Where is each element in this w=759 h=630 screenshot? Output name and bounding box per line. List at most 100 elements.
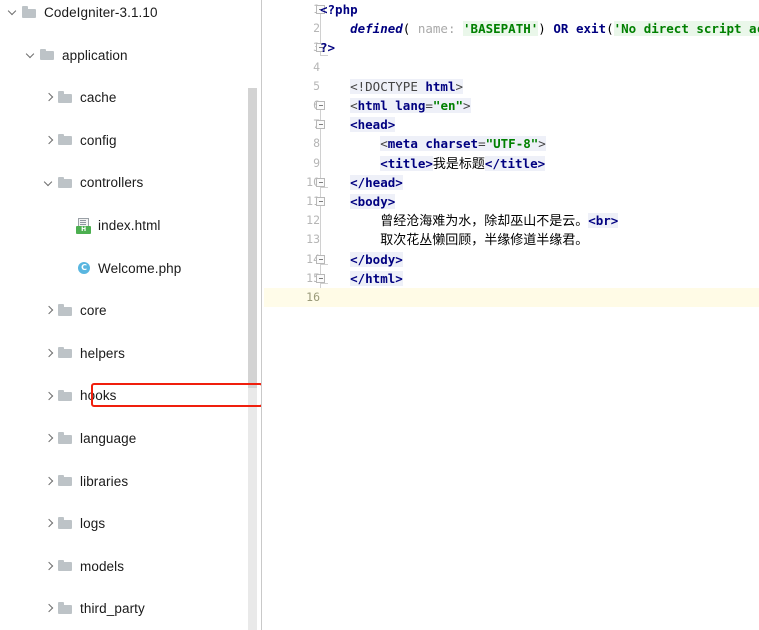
tree-item[interactable]: config	[0, 130, 261, 151]
tree-item[interactable]: language	[0, 428, 261, 449]
folder-icon	[57, 557, 75, 575]
tree-item[interactable]: libraries	[0, 471, 261, 492]
tree-item-label: libraries	[80, 473, 129, 489]
token-tag-head-close: </head>	[350, 174, 403, 190]
tree-item[interactable]: C Welcome.php	[0, 258, 261, 279]
token-tag-title-open: <title>	[380, 155, 433, 171]
tree-item-label: language	[80, 430, 137, 446]
token-string-basepath: 'BASEPATH'	[463, 21, 539, 37]
token-body-text-line2: 取次花丛懒回顾，半缘修道半缘君。	[380, 233, 589, 249]
token-eq: =	[478, 136, 486, 152]
tree-item[interactable]: hooks	[0, 385, 261, 406]
project-tree-panel[interactable]: CodeIgniter-3.1.10 application cache config…	[0, 0, 262, 630]
token-tag-html: html	[357, 98, 388, 113]
folder-icon	[57, 515, 75, 533]
code-line-current[interactable]	[320, 288, 759, 308]
token-paren-close: )	[538, 21, 546, 37]
token-doctype-name: html	[425, 78, 456, 94]
folder-icon	[57, 600, 75, 618]
tree-arrow-spacer	[60, 215, 75, 236]
code-line[interactable]: </head>	[320, 173, 759, 192]
tree-item-label: third_party	[80, 601, 145, 617]
token-eq: =	[425, 98, 433, 113]
tree-item[interactable]: logs	[0, 513, 261, 534]
code-line[interactable]: <title>我是标题</title>	[320, 154, 759, 173]
tree-item-label: logs	[80, 516, 106, 532]
token-tag-body-open: <body>	[350, 194, 396, 209]
code-line[interactable]: </body>	[320, 250, 759, 269]
tree-item-label: cache	[80, 90, 117, 106]
code-line[interactable]: <!DOCTYPE html>	[320, 77, 759, 96]
chevron-right-icon[interactable]	[42, 556, 57, 577]
chevron-right-icon[interactable]	[42, 471, 57, 492]
folder-icon	[57, 430, 75, 448]
php-class-icon: C	[75, 259, 93, 277]
folder-icon	[57, 344, 75, 362]
tree-item[interactable]: cache	[0, 87, 261, 108]
token-gt: >	[463, 98, 471, 113]
token-param-hint: name:	[417, 21, 456, 37]
code-line[interactable]: <body>	[320, 192, 759, 211]
code-line[interactable]: </html>	[320, 269, 759, 288]
tree-item-label: Welcome.php	[98, 260, 182, 276]
chevron-right-icon[interactable]	[42, 386, 57, 407]
tree-item[interactable]: helpers	[0, 343, 261, 364]
code-line[interactable]: <meta charset="UTF-8">	[320, 134, 759, 153]
token-lt: <	[350, 98, 358, 113]
code-line[interactable]: 曾经沧海难为水，除却巫山不是云。<br>	[320, 211, 759, 230]
tree-item[interactable]: application	[0, 45, 261, 66]
html-file-icon: H	[75, 217, 93, 235]
token-attr-value-en: "en"	[432, 98, 464, 113]
code-line[interactable]: <?php	[320, 0, 759, 19]
folder-icon	[39, 46, 57, 64]
tree-item-label: CodeIgniter-3.1.10	[44, 5, 158, 20]
tree-item-label: core	[80, 303, 107, 319]
tree-arrow-spacer	[60, 258, 75, 279]
chevron-right-icon[interactable]	[42, 598, 57, 619]
tree-item[interactable]: CodeIgniter-3.1.10	[0, 2, 261, 23]
code-line[interactable]: <html lang="en">	[320, 96, 759, 115]
tree-item[interactable]: models	[0, 556, 261, 577]
sidebar-scrollbar-thumb[interactable]	[248, 88, 257, 388]
tree-item-label: hooks	[80, 388, 117, 404]
token-tag-html-close: </html>	[350, 270, 403, 286]
tree-item-label: index.html	[98, 217, 161, 233]
chevron-right-icon[interactable]	[42, 513, 57, 534]
code-content[interactable]: <?php defined( name: 'BASEPATH') OR exit…	[320, 0, 759, 630]
token-tag-meta: meta	[387, 136, 418, 152]
tree-item[interactable]: core	[0, 300, 261, 321]
chevron-down-icon[interactable]	[6, 2, 21, 23]
token-exit: exit	[575, 21, 607, 37]
code-line[interactable]: 取次花丛懒回顾，半缘修道半缘君。	[320, 230, 759, 249]
token-attr-charset: charset	[425, 136, 479, 152]
tree-item[interactable]: controllers	[0, 172, 261, 193]
token-tag-head-open: <head>	[350, 117, 396, 133]
token-paren-open: (	[402, 21, 411, 37]
token-string-message: 'No direct script access allowed'	[613, 21, 759, 37]
chevron-right-icon[interactable]	[42, 428, 57, 449]
token-attr-lang: lang	[395, 98, 426, 113]
editor-panel[interactable]: 12345678910111213141516 <?php defined( n…	[262, 0, 759, 630]
project-tree[interactable]: CodeIgniter-3.1.10 application cache config…	[0, 0, 261, 630]
tree-item-label: application	[62, 47, 128, 63]
folder-icon	[57, 302, 75, 320]
folder-icon	[57, 174, 75, 192]
chevron-right-icon[interactable]	[42, 130, 57, 151]
chevron-down-icon[interactable]	[24, 45, 39, 66]
code-line[interactable]: defined( name: 'BASEPATH') OR exit('No d…	[320, 19, 759, 38]
tree-item[interactable]: Hindex.html	[0, 215, 261, 236]
code-line[interactable]	[320, 58, 759, 77]
chevron-right-icon[interactable]	[42, 300, 57, 321]
tree-item[interactable]: third_party	[0, 598, 261, 619]
chevron-right-icon[interactable]	[42, 343, 57, 364]
token-paren-open-2: (	[606, 21, 614, 37]
chevron-down-icon[interactable]	[42, 173, 57, 194]
code-line[interactable]: ?>	[320, 38, 759, 57]
token-gt: >	[538, 136, 546, 152]
token-tag-body-close: </body>	[350, 251, 403, 267]
token-attr-value-utf8: "UTF-8"	[485, 136, 539, 152]
code-line[interactable]: <head>	[320, 115, 759, 134]
tree-item-label: controllers	[80, 175, 144, 191]
chevron-right-icon[interactable]	[42, 87, 57, 108]
token-gt: >	[455, 78, 464, 94]
